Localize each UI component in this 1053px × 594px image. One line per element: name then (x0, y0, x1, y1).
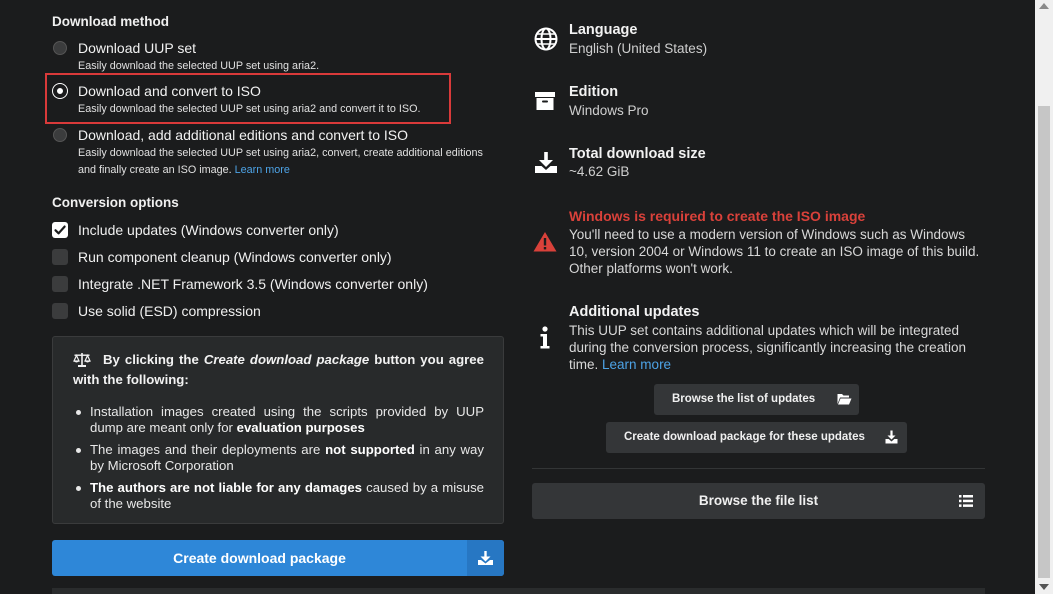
label-solid-esd[interactable]: Use solid (ESD) compression (78, 303, 261, 319)
next-section-edge (52, 588, 985, 594)
download-icon (885, 430, 898, 444)
updates-title: Additional updates (569, 304, 700, 320)
checkbox-integrate-netfx[interactable] (52, 276, 68, 292)
option-desc-additional-editions-text: and finally create an ISO image. (78, 164, 232, 176)
download-method-title: Download method (52, 14, 169, 29)
updates-line-1: This UUP set contains additional updates… (569, 323, 959, 338)
info-icon (539, 326, 551, 350)
agreement-bullet-evaluation: Installation images created using the sc… (90, 404, 484, 436)
checkbox-component-cleanup[interactable] (52, 249, 68, 265)
language-title: Language (569, 22, 638, 38)
agreement-panel: By clicking the Create download package … (52, 336, 504, 524)
agreement-heading: By clicking the Create download package … (73, 350, 484, 390)
checkbox-include-updates[interactable] (52, 222, 68, 238)
create-updates-package-label: Create download package for these update… (624, 431, 865, 443)
size-value: ~4.62 GiB (569, 164, 630, 179)
warning-line-1: You'll need to use a modern version of W… (569, 227, 966, 242)
checkbox-solid-esd[interactable] (52, 303, 68, 319)
bullet-bold: not supported (325, 442, 415, 457)
learn-more-link-editions[interactable]: Learn more (235, 164, 290, 176)
bullet-dot (76, 448, 81, 453)
create-download-package-label: Create download package (173, 550, 346, 566)
agreement-head-emphasis: Create download package (203, 352, 370, 367)
bullet-text: The images and their deployments are (90, 442, 326, 457)
browse-updates-label: Browse the list of updates (672, 393, 816, 405)
create-download-package-button[interactable]: Create download package (52, 540, 504, 576)
divider (532, 468, 985, 469)
folder-open-icon (837, 393, 852, 405)
list-icon (959, 495, 973, 507)
label-integrate-netfx[interactable]: Integrate .NET Framework 3.5 (Windows co… (78, 276, 428, 292)
globe-icon (534, 27, 558, 51)
bullet-bold: evaluation purposes (236, 420, 365, 435)
archive-box-icon (534, 90, 556, 112)
create-updates-package-button[interactable]: Create download package for these update… (606, 422, 907, 453)
radio-download-uup-set[interactable] (53, 41, 67, 55)
language-value: English (United States) (569, 41, 708, 56)
option-label-convert-iso[interactable]: Download and convert to ISO (78, 83, 261, 99)
option-desc-additional-editions-line2: and finally create an ISO image. Learn m… (78, 161, 290, 180)
scroll-up-arrow-icon[interactable] (1039, 3, 1049, 9)
updates-line-3: time. Learn more (569, 356, 671, 373)
bullet-bold: The authors are not liable for any damag… (90, 480, 363, 495)
updates-line-3-text: time. (569, 357, 599, 372)
warning-line-2: 10, version 2004 or Windows 11 to create… (569, 244, 980, 259)
option-label-uup-set[interactable]: Download UUP set (78, 40, 196, 56)
browse-file-list-button[interactable]: Browse the file list (532, 483, 985, 519)
agreement-head-pre: By clicking the (103, 352, 204, 367)
option-desc-convert-iso: Easily download the selected UUP set usi… (78, 103, 421, 115)
warning-triangle-icon (533, 231, 557, 252)
updates-line-2: during the conversion process, significa… (569, 340, 966, 355)
browse-updates-button[interactable]: Browse the list of updates (654, 384, 859, 415)
radio-download-additional-editions[interactable] (53, 128, 67, 142)
radio-download-convert-iso[interactable] (53, 84, 67, 98)
conversion-options-title: Conversion options (52, 195, 179, 210)
warning-line-3: Other platforms won't work. (569, 261, 733, 276)
agreement-bullet-liability: The authors are not liable for any damag… (90, 480, 484, 512)
edition-title: Edition (569, 84, 619, 100)
agreement-bullet-not-supported: The images and their deployments are not… (90, 442, 484, 474)
learn-more-link-updates[interactable]: Learn more (602, 357, 671, 372)
scrollbar-thumb[interactable] (1038, 106, 1050, 578)
browse-file-list-label: Browse the file list (698, 493, 819, 508)
bullet-dot (76, 410, 81, 415)
checkmark-icon (54, 225, 66, 235)
bullet-dot (76, 486, 81, 491)
edition-value: Windows Pro (569, 103, 649, 118)
option-label-additional-editions[interactable]: Download, add additional editions and co… (78, 127, 408, 143)
download-icon (534, 151, 558, 175)
label-component-cleanup[interactable]: Run component cleanup (Windows converter… (78, 249, 392, 265)
label-include-updates[interactable]: Include updates (Windows converter only) (78, 222, 339, 238)
warning-title: Windows is required to create the ISO im… (569, 208, 866, 224)
size-title: Total download size (569, 146, 706, 162)
download-icon (467, 540, 504, 576)
scroll-down-arrow-icon[interactable] (1039, 584, 1049, 590)
